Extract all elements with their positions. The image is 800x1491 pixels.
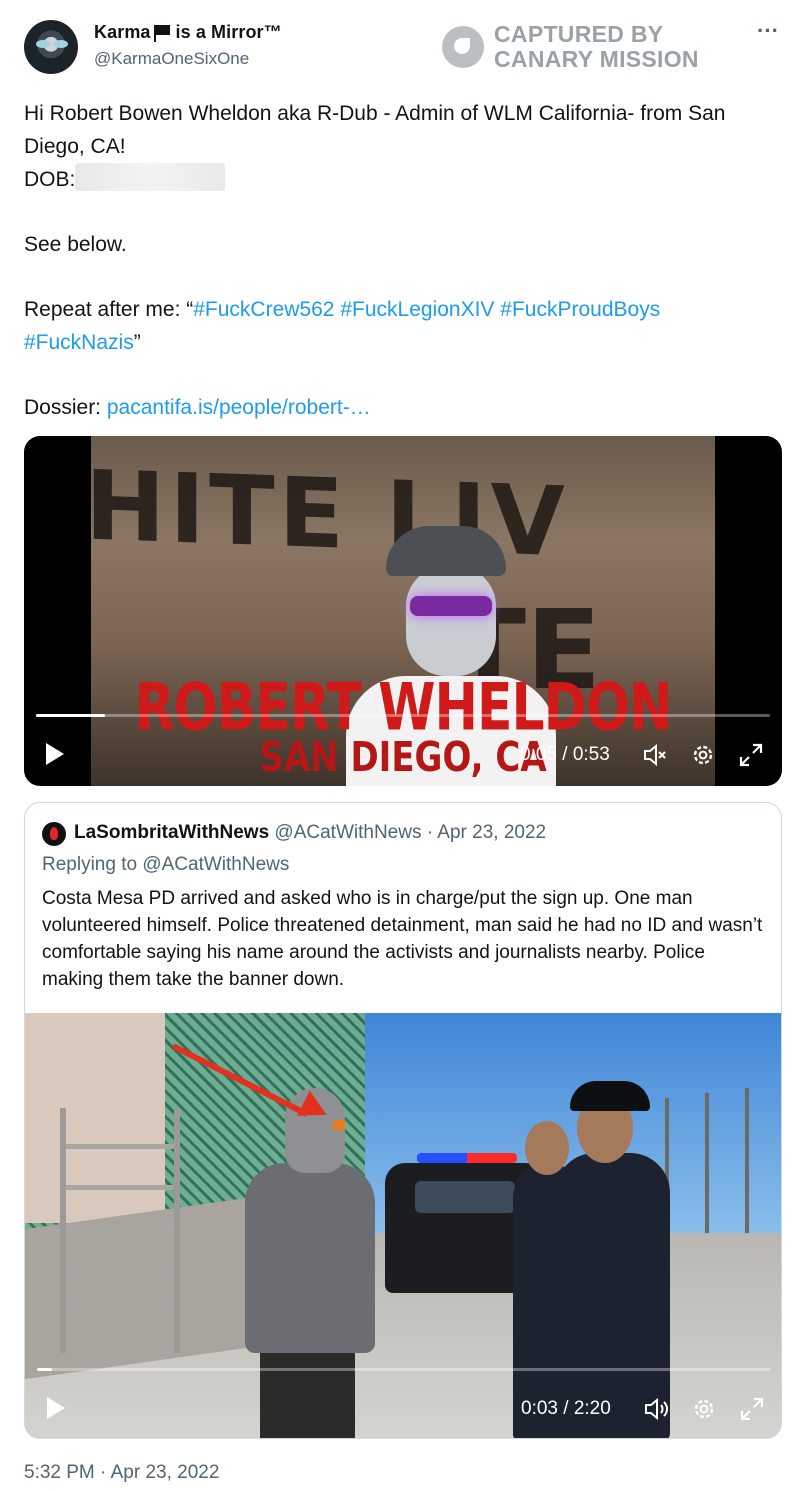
watermark-line2: CANARY MISSION	[494, 46, 699, 72]
author-name[interactable]: Karma is a Mirror™	[94, 22, 282, 43]
avatar-eye	[36, 40, 50, 48]
play-icon[interactable]	[47, 1397, 65, 1419]
video-progress-fill	[36, 714, 105, 717]
watermark-line1: CAPTURED BY	[494, 21, 664, 47]
author-avatar[interactable]	[24, 20, 78, 74]
black-flag-icon	[153, 24, 171, 42]
settings-icon[interactable]	[691, 1396, 717, 1422]
dossier-label: Dossier:	[24, 395, 102, 419]
play-icon[interactable]	[46, 743, 64, 765]
video-overlay-city: SAN DIEGO, CA	[259, 734, 547, 782]
video-progress-bar[interactable]	[37, 1368, 771, 1371]
fullscreen-icon[interactable]	[739, 1396, 765, 1422]
tweet-text: Hi Robert Bowen Wheldon aka R-Dub - Admi…	[24, 98, 774, 424]
author-name-part2: is a Mirror™	[175, 22, 282, 42]
hashtag-link[interactable]: #FuckCrew562	[193, 298, 334, 321]
video-time: 0:05 / 0:53	[520, 744, 610, 765]
hashtag-link[interactable]: #FuckProudBoys	[500, 298, 660, 321]
dob-label: DOB:	[24, 168, 76, 191]
redacted-blur	[75, 163, 226, 191]
dossier-link[interactable]: pacantifa.is/people/robert-…	[107, 396, 371, 419]
watermark: CAPTURED BY CANARY MISSION	[442, 22, 699, 72]
tweet-timestamp[interactable]: 5:32 PM · Apr 23, 2022	[24, 1462, 219, 1484]
avatar-eye	[54, 40, 68, 48]
hashtag-link[interactable]: #FuckLegionXIV	[340, 298, 494, 321]
author-handle[interactable]: @KarmaOneSixOne	[94, 49, 249, 69]
more-icon[interactable]: ···	[757, 18, 779, 44]
hashtag-link[interactable]: #FuckNazis	[24, 331, 134, 354]
video-progress-fill	[37, 1368, 53, 1371]
fullscreen-icon[interactable]	[738, 742, 764, 768]
settings-icon[interactable]	[690, 742, 716, 768]
tweet-line: See below.	[24, 233, 127, 256]
quoted-meta: @ACatWithNews · Apr 23, 2022	[269, 822, 547, 843]
quoted-avatar[interactable]	[42, 822, 66, 846]
muted-icon[interactable]	[642, 742, 668, 768]
video-frame: HITE LIV TE ROBERT WHELDON SAN DIEGO, CA	[91, 436, 715, 786]
canary-logo-icon	[442, 26, 484, 68]
ladder	[60, 1108, 180, 1353]
quoted-video-player[interactable]: 0:03 / 2:20	[25, 1013, 781, 1438]
video-progress-bar[interactable]	[36, 714, 770, 717]
repeat-prefix: Repeat after me: “	[24, 298, 194, 321]
author-name-part1: Karma	[94, 22, 151, 42]
quoted-text: Costa Mesa PD arrived and asked who is i…	[42, 888, 763, 990]
tweet-line: Hi Robert Bowen Wheldon aka R-Dub - Admi…	[24, 102, 726, 158]
quoted-name[interactable]: LaSombritaWithNews	[74, 822, 269, 843]
video-player[interactable]: HITE LIV TE ROBERT WHELDON SAN DIEGO, CA…	[24, 436, 782, 786]
quoted-reply-context: Replying to @ACatWithNews	[42, 854, 290, 875]
hooded-person	[240, 1088, 380, 1438]
volume-icon[interactable]	[643, 1396, 669, 1422]
video-time: 0:03 / 2:20	[521, 1398, 611, 1419]
repeat-suffix: ”	[133, 330, 141, 354]
quoted-header: LaSombritaWithNews @ACatWithNews · Apr 2…	[74, 822, 546, 844]
quoted-tweet[interactable]: LaSombritaWithNews @ACatWithNews · Apr 2…	[24, 802, 782, 1439]
